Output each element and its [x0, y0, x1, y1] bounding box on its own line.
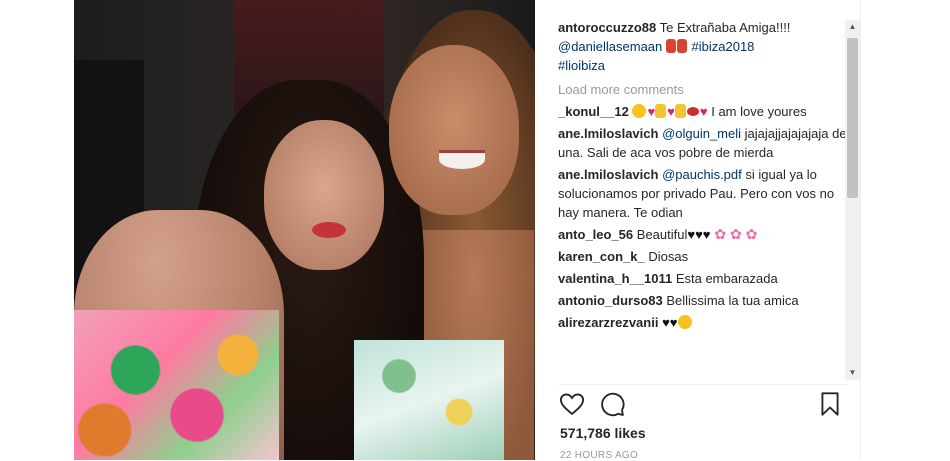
caption-mention[interactable]: @daniellasemaan	[558, 39, 662, 54]
post-caption: antoroccuzzo88 Te Extrañaba Amiga!!!! @d…	[558, 18, 848, 75]
scream-face-emoji-icon	[632, 104, 647, 118]
scroll-up-arrow-icon[interactable]: ▲	[845, 20, 860, 34]
left-person-face	[264, 120, 384, 270]
scroll-down-arrow-icon[interactable]: ▼	[845, 366, 860, 380]
comment-item: alirezarzrezvanii ♥♥	[558, 313, 848, 332]
post-actions	[558, 390, 848, 420]
thumbs-up-emoji-icon	[674, 104, 686, 118]
heart-emoji-icon: ♥	[647, 104, 656, 119]
smile-face-emoji-icon	[677, 315, 692, 329]
heart-emoji-icon: ♥	[667, 104, 675, 119]
post-timestamp[interactable]: 22 HOURS AGO	[560, 450, 638, 461]
comment-item: valentina_h__1011 Esta embarazada	[558, 269, 848, 288]
load-more-comments-link[interactable]: Load more comments	[558, 82, 848, 97]
right-person-dress	[354, 340, 504, 460]
comment-item: ane.lmiloslavich @olguin_meli jajajajjaj…	[558, 124, 848, 162]
likes-count[interactable]: 571,786 likes	[560, 425, 646, 441]
speech-bubble-icon[interactable]	[598, 390, 626, 418]
comments-list[interactable]: antoroccuzzo88 Te Extrañaba Amiga!!!! @d…	[558, 18, 848, 383]
black-heart-emoji-icon: ♥♥♥	[687, 227, 711, 242]
comment-item: ane.lmiloslavich @pauchis.pdf si igual y…	[558, 165, 848, 222]
caption-hashtag[interactable]: #lioibiza	[558, 58, 605, 73]
comment-username[interactable]: anto_leo_56	[558, 227, 633, 242]
post-photo[interactable]	[74, 0, 535, 460]
comment-item: antonio_durso83 Bellissima la tua amica	[558, 291, 848, 310]
comment-text: Diosas	[644, 249, 689, 264]
comment-username[interactable]: alirezarzrezvanii	[558, 315, 658, 330]
black-heart-emoji-icon: ♥♥	[662, 315, 678, 330]
comment-username[interactable]: antonio_durso83	[558, 293, 663, 308]
flower-emoji-icon: ✿ ✿ ✿	[710, 226, 758, 242]
comment-username[interactable]: karen_con_k_	[558, 249, 645, 264]
right-person-face	[389, 45, 519, 215]
left-person-dress	[74, 310, 279, 460]
caption-hashtag[interactable]: #ibiza2018	[692, 39, 755, 54]
comments-scrollbar[interactable]: ▲ ▼	[845, 20, 860, 380]
comment-username[interactable]: ane.lmiloslavich	[558, 167, 658, 182]
caption-text: Te Extrañaba Amiga!!!!	[656, 20, 791, 35]
comment-text: I am love youres	[707, 104, 807, 119]
caption-username[interactable]: antoroccuzzo88	[558, 20, 656, 35]
comment-username[interactable]: ane.lmiloslavich	[558, 126, 658, 141]
comment-mention[interactable]: @pauchis.pdf	[662, 167, 742, 182]
comment-text: Beautiful	[633, 227, 688, 242]
comment-text: Bellissima la tua amica	[662, 293, 799, 308]
scrollbar-thumb[interactable]	[847, 38, 858, 198]
comment-item: karen_con_k_ Diosas	[558, 247, 848, 266]
thumbs-up-emoji-icon	[655, 104, 667, 118]
heart-outline-icon[interactable]	[558, 390, 586, 418]
comment-username[interactable]: valentina_h__1011	[558, 271, 672, 286]
lips-emoji-icon	[686, 107, 699, 116]
right-person-smile	[439, 150, 485, 169]
left-person-lips	[312, 222, 346, 238]
comment-item: _konul__12 ♥ ♥ ♥ I am love youres	[558, 102, 848, 121]
heart-emoji-icon: ♥	[699, 104, 708, 119]
comment-username[interactable]: _konul__12	[558, 104, 629, 119]
comment-text: Esta embarazada	[672, 271, 778, 286]
dancer-emoji-icon	[665, 39, 676, 53]
dancer-emoji-icon	[676, 39, 687, 53]
bookmark-icon[interactable]	[816, 390, 844, 418]
actions-divider	[558, 384, 848, 385]
comment-mention[interactable]: @olguin_meli	[662, 126, 741, 141]
comment-item: anto_leo_56 Beautiful♥♥♥ ✿ ✿ ✿	[558, 225, 848, 244]
